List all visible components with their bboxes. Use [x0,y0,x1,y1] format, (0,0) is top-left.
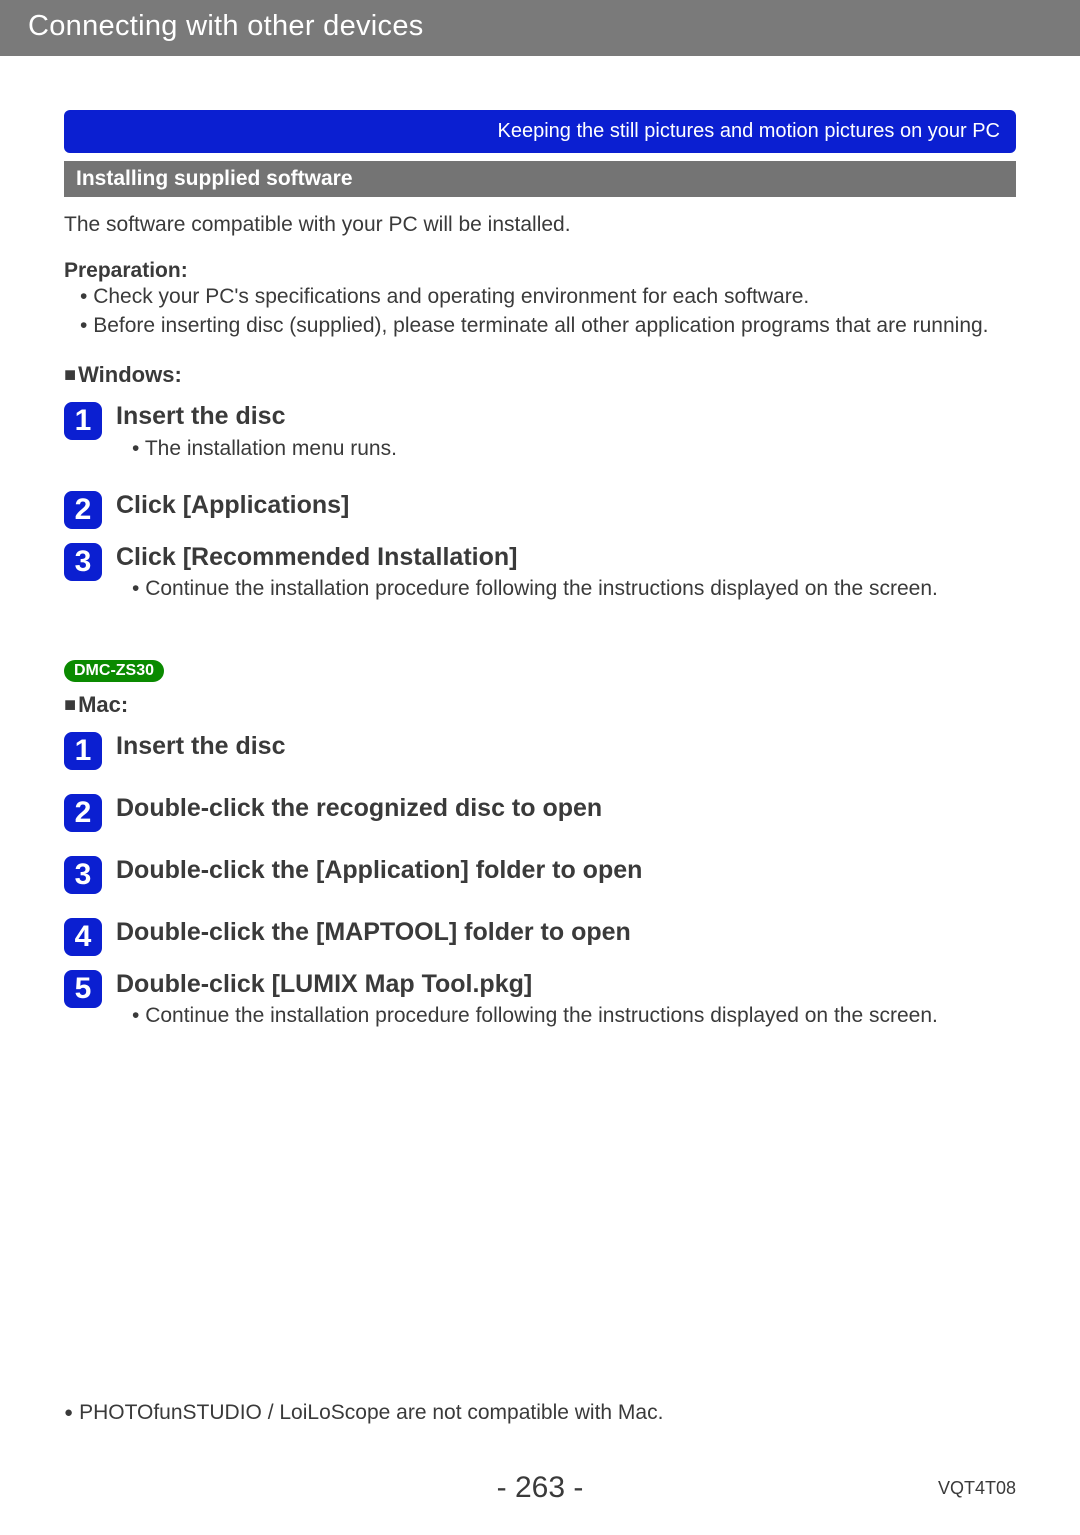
mac-step: 4 Double-click the [MAPTOOL] folder to o… [64,916,1016,956]
blue-banner-text: Keeping the still pictures and motion pi… [498,120,1001,142]
windows-step: 3 Click [Recommended Installation] Conti… [64,541,1016,604]
step-body: Click [Recommended Installation] Continu… [116,541,1016,604]
step-number-icon: 1 [64,402,102,440]
step-body: Double-click the [Application] folder to… [116,854,1016,887]
preparation-item: Check your PC's specifications and opera… [80,283,1016,311]
step-body: Insert the disc The installation menu ru… [116,400,1016,463]
preparation-list: Check your PC's specifications and opera… [64,283,1016,340]
preparation-item: Before inserting disc (supplied), please… [80,312,1016,340]
step-bullet: Continue the installation procedure foll… [132,575,1016,603]
step-bullets: The installation menu runs. [116,435,1016,463]
step-title: Click [Recommended Installation] [116,541,1016,574]
page-number: - 263 - [0,1471,1080,1505]
section-subheader-text: Installing supplied software [76,167,353,190]
step-title: Double-click the [Application] folder to… [116,854,1016,887]
step-title: Insert the disc [116,730,1016,763]
step-number-icon: 4 [64,918,102,956]
step-body: Double-click the [MAPTOOL] folder to ope… [116,916,1016,949]
page-header-title: Connecting with other devices [28,10,424,42]
step-title: Double-click [LUMIX Map Tool.pkg] [116,968,1016,1001]
step-body: Insert the disc [116,730,1016,763]
step-number-icon: 3 [64,543,102,581]
step-body: Double-click [LUMIX Map Tool.pkg] Contin… [116,968,1016,1031]
step-number-icon: 3 [64,856,102,894]
step-body: Click [Applications] [116,489,1016,522]
step-title: Insert the disc [116,400,1016,433]
step-title: Double-click the recognized disc to open [116,792,1016,825]
windows-step: 2 Click [Applications] [64,489,1016,529]
windows-label: Windows: [64,362,1016,388]
preparation-label: Preparation: [64,259,1016,283]
step-number-icon: 2 [64,794,102,832]
windows-step: 1 Insert the disc The installation menu … [64,400,1016,463]
page-header: Connecting with other devices [0,0,1080,56]
step-title: Click [Applications] [116,489,1016,522]
step-body: Double-click the recognized disc to open [116,792,1016,825]
intro-text: The software compatible with your PC wil… [64,211,1016,239]
step-bullet: Continue the installation procedure foll… [132,1002,1016,1030]
step-title: Double-click the [MAPTOOL] folder to ope… [116,916,1016,949]
mac-step: 1 Insert the disc [64,730,1016,770]
step-number-icon: 2 [64,491,102,529]
document-code: VQT4T08 [938,1478,1016,1499]
page-content: Keeping the still pictures and motion pi… [0,110,1080,1031]
step-bullets: Continue the installation procedure foll… [116,1002,1016,1030]
footnote-area: PHOTOfunSTUDIO / LoiLoScope are not comp… [64,1401,1016,1425]
step-number-icon: 1 [64,732,102,770]
mac-step: 3 Double-click the [Application] folder … [64,854,1016,894]
model-tag: DMC-ZS30 [64,660,164,682]
mac-label: Mac: [64,692,1016,718]
mac-step: 2 Double-click the recognized disc to op… [64,792,1016,832]
step-bullet: The installation menu runs. [132,435,1016,463]
step-number-icon: 5 [64,970,102,1008]
mac-step: 5 Double-click [LUMIX Map Tool.pkg] Cont… [64,968,1016,1031]
section-subheader: Installing supplied software [64,161,1016,197]
blue-banner: Keeping the still pictures and motion pi… [64,110,1016,153]
step-bullets: Continue the installation procedure foll… [116,575,1016,603]
footnote-text: PHOTOfunSTUDIO / LoiLoScope are not comp… [64,1401,1016,1425]
